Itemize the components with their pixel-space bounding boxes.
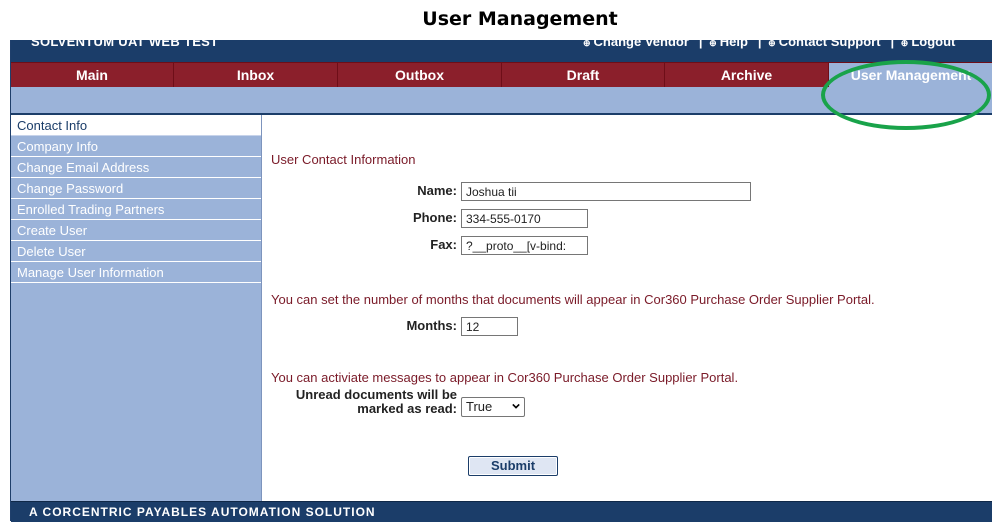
sidebar-item-delete-user[interactable]: Delete User xyxy=(11,241,261,262)
sidebar-item-change-password[interactable]: Change Password xyxy=(11,178,261,199)
sidebar: Contact Info Company Info Change Email A… xyxy=(11,115,262,501)
sidebar-item-change-email[interactable]: Change Email Address xyxy=(11,157,261,178)
change-vendor-link[interactable]: ⊕ Change Vendor xyxy=(583,40,692,49)
separator: | xyxy=(698,40,703,49)
unread-select-value: True xyxy=(466,399,493,414)
main-nav: Main Inbox Outbox Draft Archive User Man… xyxy=(11,62,992,88)
unread-label: Unread documents will be marked as read: xyxy=(282,388,457,416)
app-window: SOLVENTUM UAT WEB TEST ⊕ Change Vendor | ⊕… xyxy=(10,40,992,522)
logout-link[interactable]: ⊕ Logout xyxy=(901,40,959,49)
tab-archive[interactable]: Archive xyxy=(665,63,829,88)
sidebar-item-enrolled-trading-partners[interactable]: Enrolled Trading Partners xyxy=(11,199,261,220)
submit-button[interactable]: Submit xyxy=(468,456,558,476)
footer-text: A CORCENTRIC PAYABLES AUTOMATION SOLUTIO… xyxy=(29,505,376,519)
sidebar-item-contact-info[interactable]: Contact Info xyxy=(11,115,261,136)
months-field[interactable] xyxy=(461,317,518,336)
unread-label-line2: marked as read: xyxy=(357,401,457,416)
name-field[interactable] xyxy=(461,182,751,201)
section-title: User Contact Information xyxy=(271,152,416,167)
messages-note: You can activiate messages to appear in … xyxy=(271,370,739,385)
sidebar-item-create-user[interactable]: Create User xyxy=(11,220,261,241)
sub-nav-bar xyxy=(11,87,992,113)
tab-inbox[interactable]: Inbox xyxy=(174,63,338,88)
separator: | xyxy=(890,40,895,49)
name-label: Name: xyxy=(417,183,457,198)
bullet-icon: ⊕ xyxy=(709,40,717,48)
tab-draft[interactable]: Draft xyxy=(502,63,665,88)
header-links: ⊕ Change Vendor | ⊕ Help | ⊕ Contact Support |… xyxy=(583,40,961,49)
tab-main[interactable]: Main xyxy=(11,63,174,88)
phone-field[interactable] xyxy=(461,209,588,228)
document-title: User Management xyxy=(422,8,618,30)
bullet-icon: ⊕ xyxy=(900,40,909,48)
bullet-icon: ⊕ xyxy=(583,40,591,48)
app-name: SOLVENTUM UAT WEB TEST xyxy=(31,40,219,49)
tab-user-management[interactable]: User Management xyxy=(829,63,992,88)
months-label: Months: xyxy=(406,318,457,333)
chevron-down-icon xyxy=(512,403,520,409)
tab-outbox[interactable]: Outbox xyxy=(338,63,502,88)
sidebar-item-manage-user-info[interactable]: Manage User Information xyxy=(11,262,261,283)
separator: | xyxy=(757,40,762,49)
months-note: You can set the number of months that do… xyxy=(271,292,875,307)
unread-label-line1: Unread documents will be xyxy=(295,387,457,402)
top-header: SOLVENTUM UAT WEB TEST ⊕ Change Vendor | ⊕… xyxy=(11,40,992,62)
main-content: User Contact Information Name: Phone: Fa… xyxy=(262,115,992,501)
phone-label: Phone: xyxy=(412,210,457,225)
help-link[interactable]: ⊕ Help xyxy=(709,40,751,49)
footer: A CORCENTRIC PAYABLES AUTOMATION SOLUTIO… xyxy=(11,501,992,522)
fax-label: Fax: xyxy=(430,237,457,252)
sidebar-item-company-info[interactable]: Company Info xyxy=(11,136,261,157)
bullet-icon: ⊕ xyxy=(768,40,776,48)
unread-select[interactable]: True xyxy=(461,397,525,417)
contact-support-link[interactable]: ⊕ Contact Support xyxy=(768,40,883,49)
fax-field[interactable] xyxy=(461,236,588,255)
